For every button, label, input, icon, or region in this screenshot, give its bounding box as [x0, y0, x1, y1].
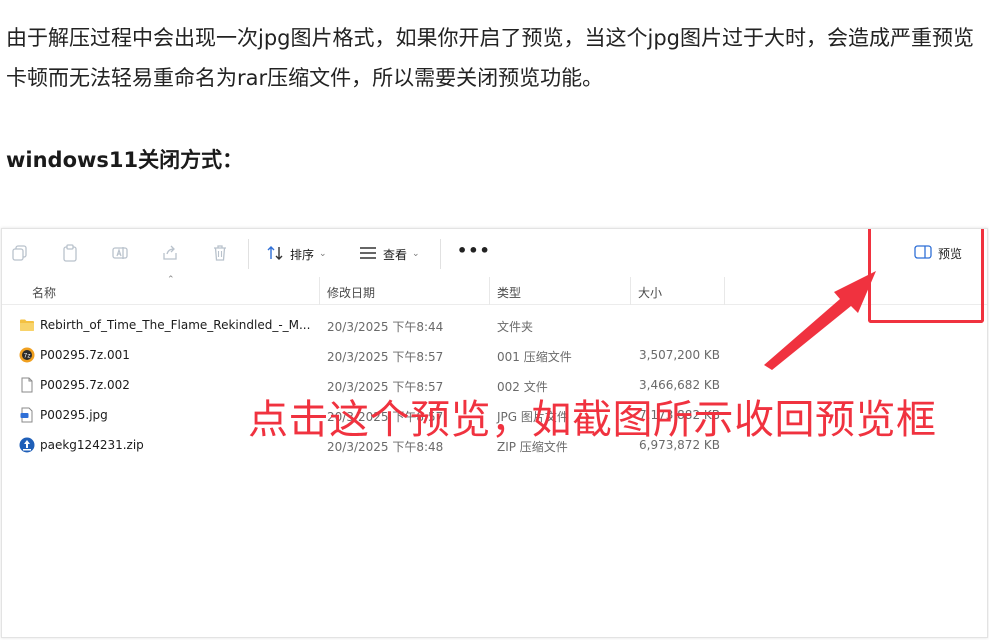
file-name: paekg124231.zip — [40, 438, 144, 452]
file-icon — [19, 377, 35, 393]
article-paragraph: 由于解压过程中会出现一次jpg图片格式，如果你开启了预览，当这个jpg图片过于大… — [6, 26, 974, 90]
sort-icon — [266, 245, 284, 264]
file-date: 20/3/2025 下午8:57 — [327, 380, 444, 394]
chevron-down-icon: ⌄ — [412, 249, 420, 259]
sort-caret-icon: ⌃ — [167, 275, 175, 285]
annotation-highlight-box — [868, 229, 984, 323]
column-header-size[interactable]: 大小 — [638, 284, 662, 301]
image-file-icon — [19, 407, 35, 423]
article-heading: windows11关闭方式： — [6, 148, 244, 172]
file-name: P00295.jpg — [40, 408, 108, 422]
toolbar-separator — [248, 239, 249, 269]
annotation-text: 点击这个预览，如截图所示收回预览框 — [248, 397, 937, 443]
more-options-button[interactable]: ••• — [457, 241, 491, 260]
archive-icon: 7z — [19, 347, 35, 363]
column-header-name[interactable]: 名称 — [32, 284, 56, 301]
toolbar-separator — [440, 239, 441, 269]
paste-icon[interactable] — [60, 243, 80, 263]
column-divider[interactable] — [724, 277, 725, 305]
column-headers: ⌃ 名称 修改日期 类型 大小 — [2, 275, 987, 305]
view-button[interactable]: 查看 ⌄ — [359, 241, 420, 267]
file-type: 001 压缩文件 — [497, 350, 572, 364]
sort-label: 排序 — [290, 247, 315, 262]
file-row[interactable]: 7z P00295.7z.001 20/3/2025 下午8:57 001 压缩… — [2, 341, 762, 371]
view-icon — [359, 246, 377, 263]
file-row[interactable]: Rebirth_of_Time_The_Flame_Rekindled_-_M.… — [2, 311, 762, 341]
share-icon[interactable] — [160, 243, 180, 263]
file-date: 20/3/2025 下午8:57 — [327, 350, 444, 364]
file-type: 002 文件 — [497, 380, 548, 394]
column-header-modified[interactable]: 修改日期 — [327, 284, 375, 301]
file-size: 3,466,682 KB — [639, 378, 720, 392]
folder-icon — [19, 317, 35, 333]
explorer-toolbar: 排序 ⌄ 查看 ⌄ ••• 预览 — [2, 229, 987, 277]
file-name: P00295.7z.002 — [40, 378, 130, 392]
sort-button[interactable]: 排序 ⌄ — [266, 241, 327, 267]
column-divider[interactable] — [319, 277, 320, 305]
zip-archive-icon — [19, 437, 35, 453]
column-divider[interactable] — [489, 277, 490, 305]
file-explorer-screenshot: 排序 ⌄ 查看 ⌄ ••• 预览 ⌃ 名称 修改日期 类型 大小 Rebirth… — [1, 228, 988, 638]
file-type: 文件夹 — [497, 320, 534, 334]
chevron-down-icon: ⌄ — [319, 249, 327, 259]
rename-icon[interactable] — [110, 243, 130, 263]
svg-text:7z: 7z — [24, 353, 31, 360]
file-name: Rebirth_of_Time_The_Flame_Rekindled_-_M.… — [40, 318, 311, 332]
copy-icon[interactable] — [10, 243, 30, 263]
file-name: P00295.7z.001 — [40, 348, 130, 362]
delete-icon[interactable] — [210, 243, 230, 263]
view-label: 查看 — [383, 247, 408, 262]
column-header-type[interactable]: 类型 — [497, 284, 521, 301]
file-date: 20/3/2025 下午8:44 — [327, 320, 444, 334]
file-size: 3,507,200 KB — [639, 348, 720, 362]
column-divider[interactable] — [630, 277, 631, 305]
